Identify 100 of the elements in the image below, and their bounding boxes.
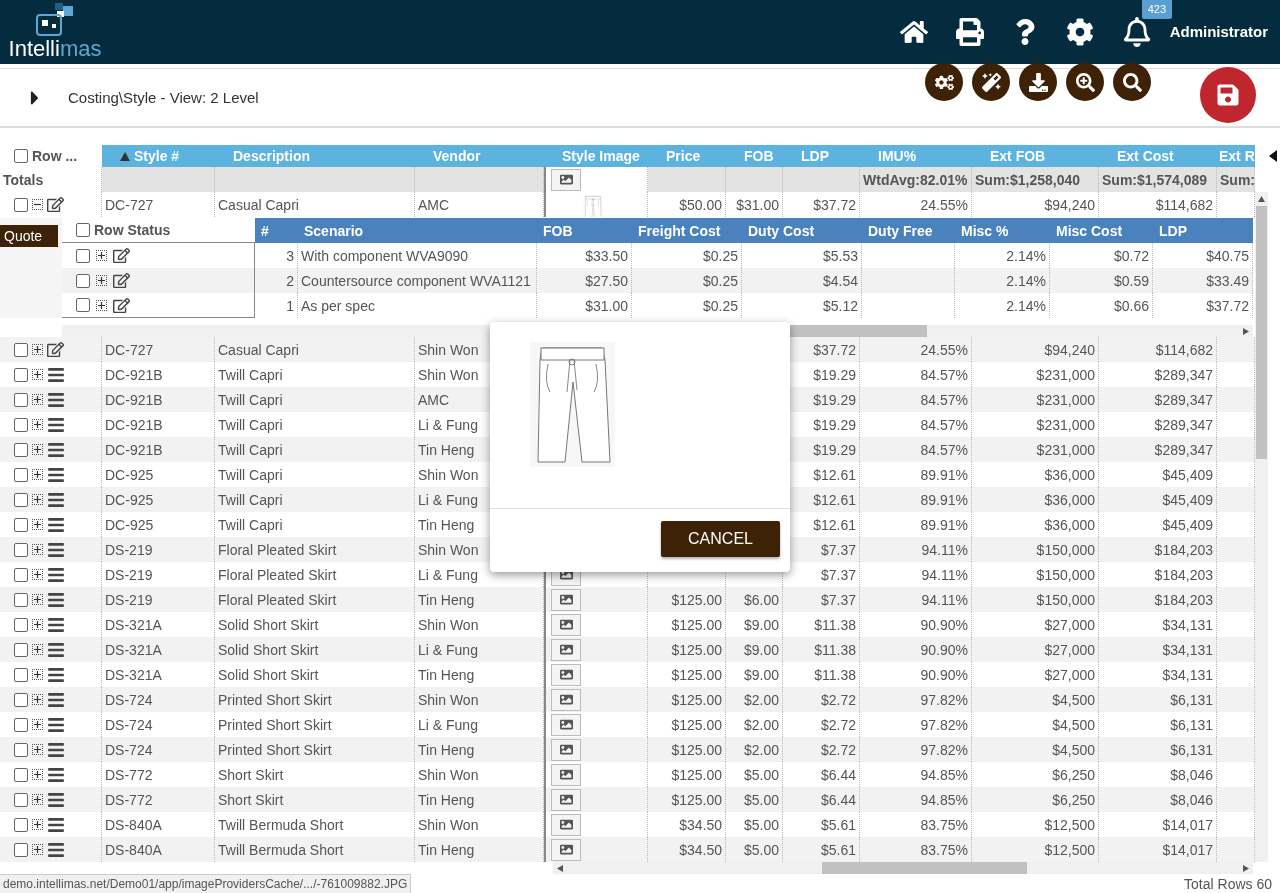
table-cell: $231,000 (1036, 366, 1095, 383)
table-cell: $6,250 (1052, 766, 1095, 783)
table-cell: $0.66 (1113, 297, 1149, 314)
table-cell: $5.61 (820, 841, 856, 858)
table-cell: $5.12 (822, 297, 858, 314)
table-cell: $37.72 (1206, 297, 1249, 314)
table-cell: $12.61 (813, 516, 856, 533)
table-cell: $125.00 (671, 766, 722, 783)
table-cell: $6.44 (820, 791, 856, 808)
table-cell: $9.00 (743, 616, 779, 633)
table-cell: 83.75% (920, 816, 968, 833)
table-cell: $34,131 (1162, 666, 1213, 683)
table-cell: Li & Fung (418, 566, 478, 583)
table-cell: Twill Capri (218, 416, 283, 433)
table-cell: Twill Capri (218, 366, 283, 383)
table-cell: DS-840A (105, 816, 162, 833)
table-cell: Printed Short Skirt (218, 716, 332, 733)
logo-text: Intellimas (8, 37, 102, 61)
table-cell: 97.82% (920, 716, 968, 733)
table-cell: $5.53 (822, 247, 858, 264)
table-cell: $6,250 (1052, 791, 1095, 808)
table-cell: Short Skirt (218, 766, 284, 783)
table-cell: $125.00 (671, 641, 722, 658)
table-cell: $34,131 (1162, 616, 1213, 633)
breadcrumb: Costing\Style - View: 2 Level (68, 89, 259, 106)
table-cell: 84.57% (920, 416, 968, 433)
table-cell: $34,131 (1162, 641, 1213, 658)
table-cell: Twill Capri (218, 391, 283, 408)
table-cell: $14,017 (1162, 816, 1213, 833)
table-cell: DC-727 (105, 196, 154, 213)
table-cell: 97.82% (920, 741, 968, 758)
table-cell: 89.91% (920, 491, 968, 508)
table-cell: $125.00 (671, 591, 722, 608)
table-cell: 84.57% (920, 366, 968, 383)
table-cell: $125.00 (671, 691, 722, 708)
table-cell: $31.00 (736, 196, 779, 213)
table-cell: $150,000 (1036, 591, 1095, 608)
table-cell: $4.54 (822, 272, 858, 289)
table-cell: $0.59 (1113, 272, 1149, 289)
table-cell: $11.38 (814, 616, 856, 633)
table-cell: $37.72 (813, 196, 856, 213)
table-cell: $33.50 (585, 247, 628, 264)
table-cell: 1 (286, 297, 294, 314)
table-cell: Twill Capri (218, 516, 283, 533)
table-cell: $0.25 (702, 247, 738, 264)
table-cell: $6.00 (743, 591, 779, 608)
table-cell: $34.50 (679, 841, 722, 858)
table-cell: $19.29 (813, 391, 856, 408)
table-cell: Short Skirt (218, 791, 284, 808)
table-cell: DC-921B (105, 416, 163, 433)
table-cell: Printed Short Skirt (218, 691, 332, 708)
table-cell: Sum: (1220, 171, 1254, 188)
table-cell: $94,240 (1044, 196, 1095, 213)
table-cell: Floral Pleated Skirt (218, 566, 337, 583)
table-cell: Shin Won (418, 766, 479, 783)
table-cell: $2.72 (820, 741, 856, 758)
table-cell: 94.85% (920, 766, 968, 783)
table-cell: $0.25 (702, 297, 738, 314)
table-cell: 24.55% (920, 196, 968, 213)
table-cell: $5.61 (820, 816, 856, 833)
table-cell: 94.11% (921, 541, 968, 558)
table-cell: $8,046 (1170, 766, 1213, 783)
table-cell: $33.49 (1206, 272, 1249, 289)
table-cell: $125.00 (671, 666, 722, 683)
table-cell: Shin Won (418, 691, 479, 708)
table-cell: $6,131 (1170, 741, 1213, 758)
table-cell: $231,000 (1036, 416, 1095, 433)
table-cell: 94.11% (921, 566, 968, 583)
table-cell: $27,000 (1044, 666, 1095, 683)
table-cell: DS-219 (105, 541, 153, 558)
table-cell: $12.61 (813, 491, 856, 508)
table-cell: $0.72 (1113, 247, 1149, 264)
table-cell: Tin Heng (418, 666, 475, 683)
table-cell: $9.00 (743, 641, 779, 658)
table-cell: Solid Short Skirt (218, 616, 319, 633)
table-cell: Li & Fung (418, 491, 478, 508)
table-cell: Solid Short Skirt (218, 641, 319, 658)
table-cell: DC-925 (105, 491, 154, 508)
table-cell: Floral Pleated Skirt (218, 541, 337, 558)
table-cell: $2.00 (743, 691, 779, 708)
table-cell: 3 (286, 247, 294, 264)
table-cell: $2.72 (820, 691, 856, 708)
table-cell: $11.38 (814, 666, 856, 683)
table-cell: $114,682 (1155, 196, 1213, 213)
table-cell: AMC (418, 391, 450, 408)
table-cell: 97.82% (920, 691, 968, 708)
table-cell: $2.72 (820, 716, 856, 733)
table-cell: Shin Won (418, 341, 479, 358)
table-cell: $19.29 (813, 441, 856, 458)
table-cell: Tin Heng (418, 791, 475, 808)
table-cell: $125.00 (671, 741, 722, 758)
table-cell: $125.00 (671, 616, 722, 633)
table-cell: As per spec (301, 297, 375, 314)
table-cell: $6.44 (820, 766, 856, 783)
table-cell: Twill Capri (218, 466, 283, 483)
table-cell: 2 (286, 272, 294, 289)
table-cell: Printed Short Skirt (218, 741, 332, 758)
table-cell: Twill Bermuda Short (218, 816, 344, 833)
table-cell: $0.25 (702, 272, 738, 289)
table-cell: $2.00 (743, 716, 779, 733)
